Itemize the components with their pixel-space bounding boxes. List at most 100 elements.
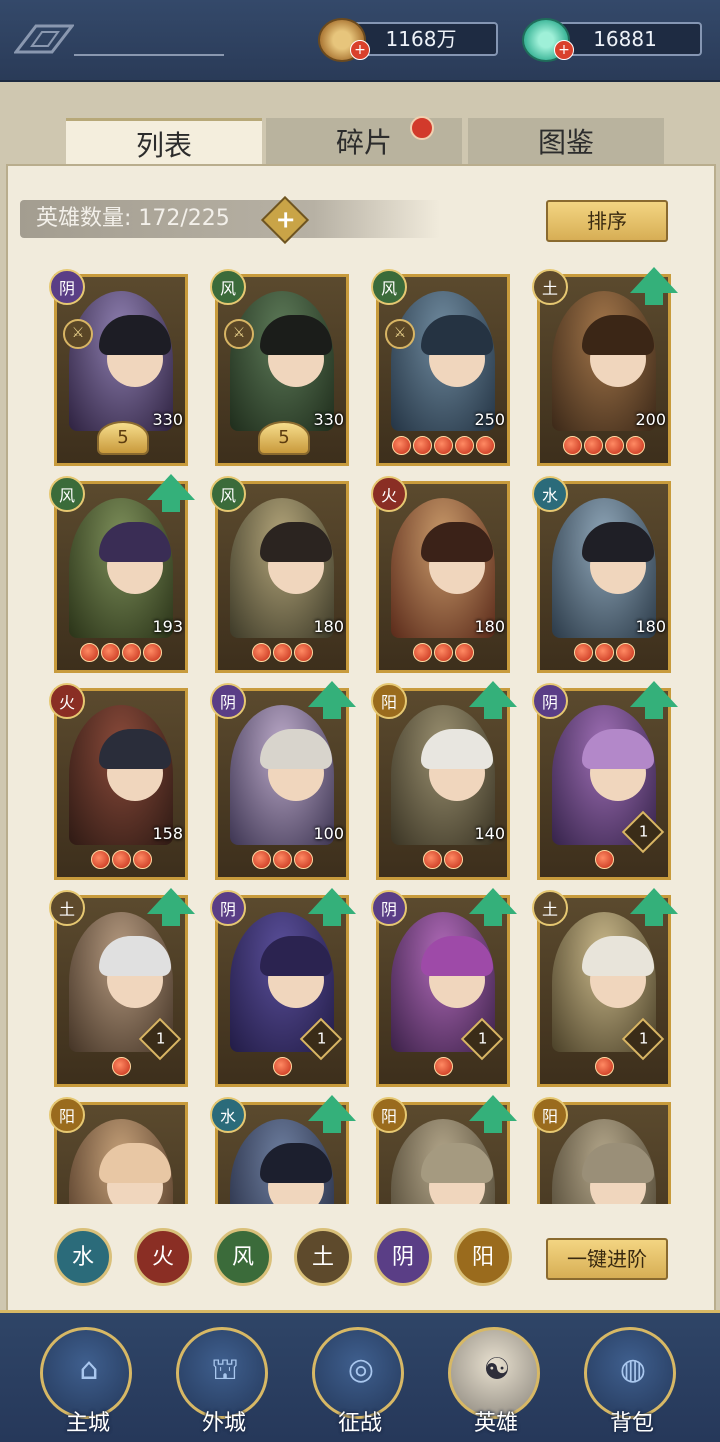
hero-card[interactable]: 阴 100 [210, 681, 356, 880]
hero-hair [582, 729, 654, 769]
hero-level: 140 [474, 824, 505, 843]
star-icon [293, 643, 313, 662]
filter-yin-button[interactable]: 阴 [374, 1228, 432, 1286]
hero-card[interactable]: 土1 [49, 888, 195, 1087]
upgrade-arrow-icon [147, 474, 195, 512]
hero-card[interactable]: 水 180 [532, 476, 671, 673]
star-icon [412, 643, 432, 662]
sort-button[interactable]: 排序 [546, 200, 668, 242]
auto-advance-button[interactable]: 一键进阶 [546, 1238, 668, 1280]
upgrade-arrow-icon [469, 1095, 517, 1133]
filter-yang-button[interactable]: 阳 [454, 1228, 512, 1286]
hero-icon: ☯ [483, 1352, 511, 1387]
battle-icon: ◎ [347, 1352, 375, 1387]
hero-hair [421, 522, 493, 562]
nav-outer-city[interactable]: ⛫ 外城 [176, 1327, 272, 1437]
star-icon [143, 643, 162, 662]
add-coin-button[interactable]: + [350, 40, 370, 60]
hero-card[interactable]: 水 [210, 1095, 356, 1204]
star-icon [594, 1057, 614, 1076]
star-icon [454, 436, 474, 455]
menu-emblem-icon[interactable] [12, 22, 224, 56]
top-bar: + 1168万 + 16881 [0, 0, 720, 82]
hero-level: 180 [635, 617, 666, 636]
star-row [379, 643, 507, 666]
star-row [540, 643, 668, 666]
hero-card[interactable]: 阳 140 [371, 681, 517, 880]
tab-list[interactable]: 列表 [66, 118, 262, 169]
hero-card[interactable]: 阴 ⚔ 330 5 [49, 269, 188, 466]
nav-label: 主城 [65, 1411, 110, 1436]
hero-hair [260, 1143, 332, 1183]
upgrade-arrow-icon [630, 888, 678, 926]
element-badge: 土 [49, 890, 85, 926]
hero-level: 100 [313, 824, 344, 843]
nav-heroes[interactable]: ☯ 英雄 [448, 1327, 544, 1437]
element-badge: 阴 [532, 683, 568, 719]
star-icon [251, 643, 271, 662]
notification-dot [410, 116, 434, 140]
hero-hair [260, 729, 332, 769]
hero-level: 250 [474, 410, 505, 429]
star-icon [594, 643, 614, 662]
add-jade-button[interactable]: + [554, 40, 574, 60]
star-icon [573, 643, 593, 662]
filter-water-button[interactable]: 水 [54, 1228, 112, 1286]
star-row [379, 436, 507, 459]
element-badge: 风 [371, 269, 407, 305]
star-icon [111, 850, 131, 869]
element-badge: 水 [532, 476, 568, 512]
star-icon [101, 643, 120, 662]
hero-card[interactable]: 火 180 [371, 476, 510, 673]
element-badge: 阳 [49, 1097, 85, 1133]
hero-hair [99, 1143, 171, 1183]
star-icon [626, 436, 645, 455]
hero-card[interactable]: 阴1 [532, 681, 678, 880]
upgrade-arrow-icon [630, 681, 678, 719]
star-row [540, 1057, 668, 1080]
upgrade-arrow-icon [469, 681, 517, 719]
element-badge: 火 [371, 476, 407, 512]
star-row [379, 1057, 507, 1080]
star-row [218, 850, 346, 873]
filter-earth-button[interactable]: 土 [294, 1228, 352, 1286]
filter-fire-button[interactable]: 火 [134, 1228, 192, 1286]
nav-main-city[interactable]: ⌂ 主城 [40, 1327, 136, 1437]
star-icon [90, 850, 110, 869]
hero-card[interactable]: 阳 [371, 1095, 517, 1204]
hero-card[interactable]: 风 ⚔ 250 [371, 269, 510, 466]
tab-codex[interactable]: 图鉴 [468, 118, 664, 166]
hero-card[interactable]: 土1 [532, 888, 678, 1087]
star-icon [454, 643, 474, 662]
star-icon [563, 436, 582, 455]
hero-level: 193 [152, 617, 183, 636]
hero-card[interactable]: 风 193 [49, 474, 195, 673]
hero-card[interactable]: 阴1 [371, 888, 517, 1087]
nav-campaign[interactable]: ◎ 征战 [312, 1327, 408, 1437]
element-badge: 风 [49, 476, 85, 512]
star-icon [433, 436, 453, 455]
hero-count: 英雄数量: 172/225 [20, 200, 440, 238]
element-badge: 风 [210, 269, 246, 305]
star-row [379, 850, 507, 873]
hero-hair [421, 729, 493, 769]
hero-hair [582, 315, 654, 355]
star-row [57, 643, 185, 666]
hero-portrait [552, 1119, 656, 1204]
nav-backpack[interactable]: ◍ 背包 [584, 1327, 680, 1437]
hero-card[interactable]: 风 ⚔ 330 5 [210, 269, 349, 466]
star-icon [272, 1057, 292, 1076]
hero-card[interactable]: 阳 [532, 1097, 671, 1204]
star-icon [423, 850, 442, 869]
hero-card[interactable]: 阳 [49, 1097, 188, 1204]
hero-level: 200 [635, 410, 666, 429]
hero-card[interactable]: 阴1 [210, 888, 356, 1087]
hero-card[interactable]: 火 158 [49, 683, 188, 880]
star-row [218, 1057, 346, 1080]
hero-card[interactable]: 土 200 [532, 267, 678, 466]
hero-hair [99, 522, 171, 562]
hero-card[interactable]: 风 180 [210, 476, 349, 673]
filter-wind-button[interactable]: 风 [214, 1228, 272, 1286]
star-icon [132, 850, 152, 869]
hero-hair [421, 1143, 493, 1183]
